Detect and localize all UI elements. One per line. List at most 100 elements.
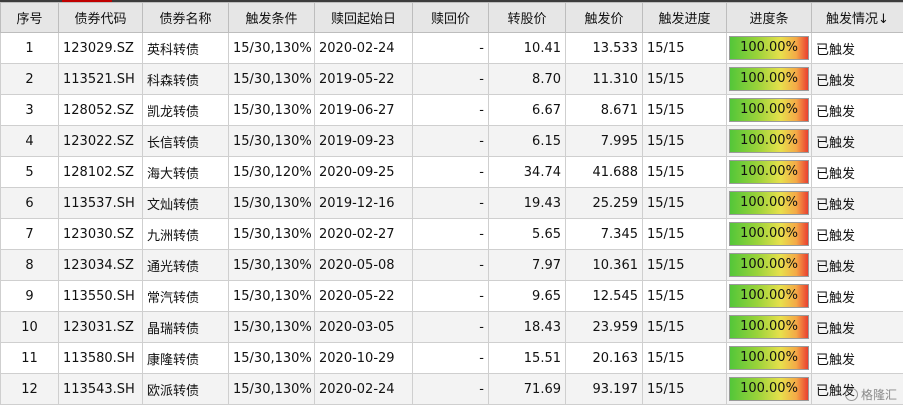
col-header-code[interactable]: 债券代码 — [58, 2, 143, 33]
col-header-redeem-price[interactable]: 赎回价 — [412, 2, 489, 33]
cell-conversion-price: 71.69 — [488, 373, 566, 405]
cell-condition: 15/30,130% — [228, 218, 315, 250]
col-header-progress-bar[interactable]: 进度条 — [726, 2, 812, 33]
cell-progress-bar: 100.00% — [726, 63, 812, 95]
cell-condition: 15/30,130% — [228, 125, 315, 157]
progress-bar: 100.00% — [729, 346, 809, 370]
cell-redeem-price: - — [412, 249, 489, 281]
progress-bar: 100.00% — [729, 67, 809, 91]
table-row[interactable]: 3 128052.SZ 凯龙转债 15/30,130% 2019-06-27-6.67 8… — [0, 94, 903, 126]
table-row[interactable]: 6 113537.SH 文灿转债 15/30,130% 2019-12-16-19.43… — [0, 187, 903, 219]
table-row[interactable]: 9 113550.SH 常汽转债 15/30,130% 2020-05-22-9.65 1… — [0, 280, 903, 312]
cell-name: 常汽转债 — [142, 280, 229, 312]
cell-conversion-price: 6.67 — [488, 94, 566, 126]
progress-bar: 100.00% — [729, 315, 809, 339]
cell-redeem-price: - — [412, 342, 489, 374]
cell-trigger-price: 13.533 — [565, 32, 643, 64]
table-row[interactable]: 12 113543.SH 欧派转债 15/30,130% 2020-02-24-71.6… — [0, 373, 903, 405]
cell-progress-bar: 100.00% — [726, 249, 812, 281]
cell-code: 128052.SZ — [58, 94, 143, 126]
cell-progress-bar: 100.00% — [726, 218, 812, 250]
cell-name: 晶瑞转债 — [142, 311, 229, 343]
header-row: 序号 债券代码 债券名称 触发条件 赎回起始日 赎回价 转股价 触发价 触发进度… — [0, 2, 903, 33]
cell-trigger-price: 25.259 — [565, 187, 643, 219]
cell-trigger-price: 8.671 — [565, 94, 643, 126]
cell-index: 3 — [0, 94, 59, 126]
cell-trigger-status: 已触发 — [811, 249, 903, 281]
cell-trigger-progress: 15/15 — [642, 218, 727, 250]
col-header-name[interactable]: 债券名称 — [142, 2, 229, 33]
convertible-bond-table: 序号 债券代码 债券名称 触发条件 赎回起始日 赎回价 转股价 触发价 触发进度… — [0, 2, 903, 405]
cell-conversion-price: 34.74 — [488, 156, 566, 188]
cell-trigger-progress: 15/15 — [642, 373, 727, 405]
cell-name: 九洲转债 — [142, 218, 229, 250]
cell-condition: 15/30,130% — [228, 373, 315, 405]
cell-conversion-price: 18.43 — [488, 311, 566, 343]
cell-trigger-price: 20.163 — [565, 342, 643, 374]
progress-bar: 100.00% — [729, 222, 809, 246]
cell-name: 欧派转债 — [142, 373, 229, 405]
cell-conversion-price: 7.97 — [488, 249, 566, 281]
cell-trigger-status: 已触发 — [811, 63, 903, 95]
cell-trigger-progress: 15/15 — [642, 249, 727, 281]
table-row[interactable]: 4 123022.SZ 长信转债 15/30,130% 2019-09-23-6.15 7… — [0, 125, 903, 157]
cell-name: 科森转债 — [142, 63, 229, 95]
cell-redeem-start: 2019-12-16 — [314, 187, 413, 219]
col-header-trigger-status[interactable]: 触发情况↓ — [811, 2, 903, 33]
cell-trigger-progress: 15/15 — [642, 125, 727, 157]
cell-conversion-price: 19.43 — [488, 187, 566, 219]
col-header-redeem-start[interactable]: 赎回起始日 — [314, 2, 413, 33]
table-row[interactable]: 5 128102.SZ 海大转债 15/30,120% 2020-09-25-34.74… — [0, 156, 903, 188]
cell-trigger-status: 已触发 — [811, 32, 903, 64]
cell-redeem-start: 2020-03-05 — [314, 311, 413, 343]
cell-trigger-price: 12.545 — [565, 280, 643, 312]
cell-index: 9 — [0, 280, 59, 312]
progress-bar: 100.00% — [729, 377, 809, 401]
cell-trigger-status: 已触发 — [811, 156, 903, 188]
cell-condition: 15/30,130% — [228, 187, 315, 219]
cell-progress-bar: 100.00% — [726, 94, 812, 126]
cell-condition: 15/30,120% — [228, 156, 315, 188]
cell-index: 5 — [0, 156, 59, 188]
cell-name: 通光转债 — [142, 249, 229, 281]
cell-progress-bar: 100.00% — [726, 32, 812, 64]
cell-trigger-status: 已触发 — [811, 125, 903, 157]
progress-bar: 100.00% — [729, 284, 809, 308]
cell-index: 2 — [0, 63, 59, 95]
cell-progress-bar: 100.00% — [726, 342, 812, 374]
col-header-condition[interactable]: 触发条件 — [228, 2, 315, 33]
table-row[interactable]: 7 123030.SZ 九洲转债 15/30,130% 2020-02-27-5.65 7… — [0, 218, 903, 250]
cell-progress-bar: 100.00% — [726, 187, 812, 219]
cell-redeem-start: 2019-06-27 — [314, 94, 413, 126]
cell-redeem-price: - — [412, 218, 489, 250]
cell-trigger-price: 11.310 — [565, 63, 643, 95]
cell-code: 123034.SZ — [58, 249, 143, 281]
cell-condition: 15/30,130% — [228, 63, 315, 95]
cell-index: 11 — [0, 342, 59, 374]
cell-redeem-price: - — [412, 125, 489, 157]
cell-trigger-progress: 15/15 — [642, 311, 727, 343]
cell-condition: 15/30,130% — [228, 311, 315, 343]
col-header-index[interactable]: 序号 — [0, 2, 59, 33]
table-row[interactable]: 11 113580.SH 康隆转债 15/30,130% 2020-10-29-15.5… — [0, 342, 903, 374]
cell-redeem-price: - — [412, 63, 489, 95]
cell-name: 康隆转债 — [142, 342, 229, 374]
cell-index: 6 — [0, 187, 59, 219]
progress-bar: 100.00% — [729, 129, 809, 153]
col-header-conversion-price[interactable]: 转股价 — [488, 2, 566, 33]
cell-redeem-price: - — [412, 94, 489, 126]
cell-name: 长信转债 — [142, 125, 229, 157]
table-row[interactable]: 1 123029.SZ 英科转债 15/30,130% 2020-02-24-10.41… — [0, 32, 903, 64]
cell-condition: 15/30,130% — [228, 342, 315, 374]
cell-code: 113537.SH — [58, 187, 143, 219]
cell-code: 123030.SZ — [58, 218, 143, 250]
cell-redeem-price: - — [412, 156, 489, 188]
table-row[interactable]: 10 123031.SZ 晶瑞转债 15/30,130% 2020-03-05-18.4… — [0, 311, 903, 343]
gelonghui-logo-icon — [844, 388, 858, 401]
cell-redeem-price: - — [412, 187, 489, 219]
table-row[interactable]: 8 123034.SZ 通光转债 15/30,130% 2020-05-08-7.97 1… — [0, 249, 903, 281]
col-header-trigger-price[interactable]: 触发价 — [565, 2, 643, 33]
table-row[interactable]: 2 113521.SH 科森转债 15/30,130% 2019-05-22-8.70 1… — [0, 63, 903, 95]
cell-redeem-price: - — [412, 280, 489, 312]
col-header-trigger-progress[interactable]: 触发进度 — [642, 2, 727, 33]
